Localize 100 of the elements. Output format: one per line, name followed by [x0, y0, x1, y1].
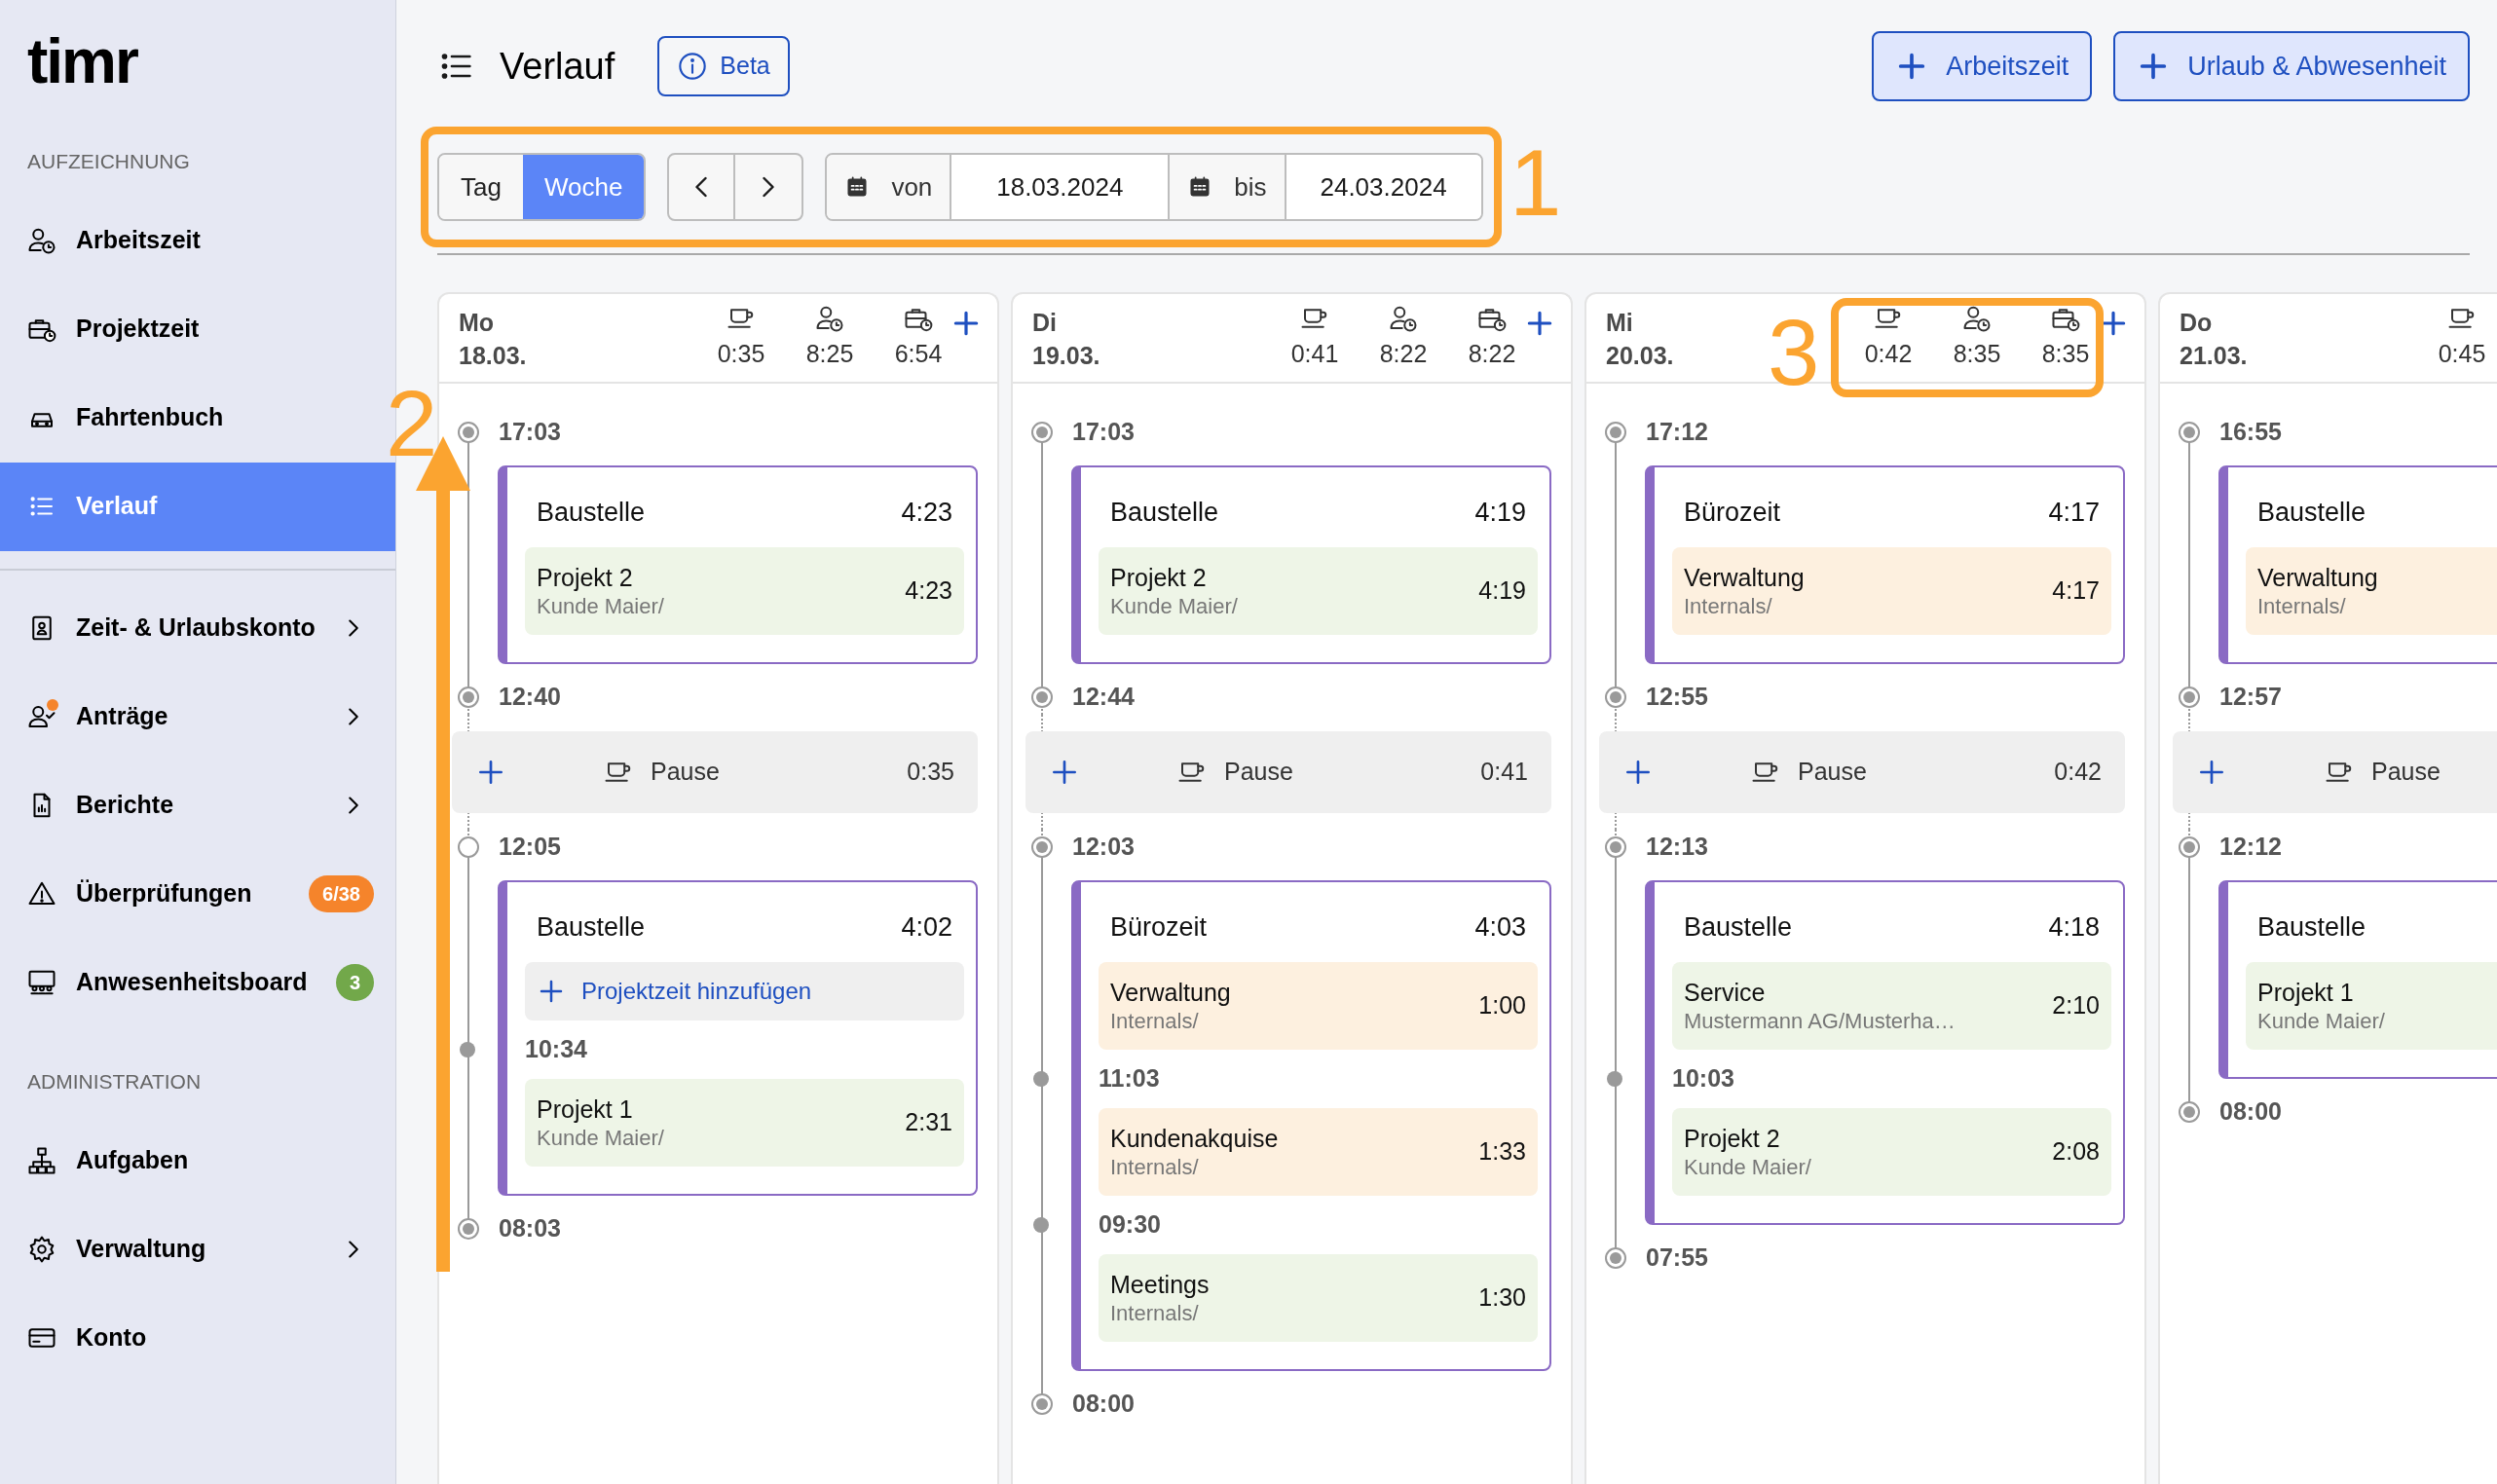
project-client: Internals/: [2257, 593, 2347, 620]
nav-item[interactable]: Anwesenheitsboard 3: [0, 938, 395, 1027]
add-button[interactable]: Arbeitszeit: [1872, 31, 2093, 101]
project-entry[interactable]: Meetings Internals/ 1:30: [1099, 1254, 1538, 1342]
section-heading: ADMINISTRATION: [26, 1068, 203, 1094]
people-board-icon: [27, 968, 56, 997]
time-label: 10:03: [1672, 1063, 1734, 1094]
project-entry[interactable]: Projekt 1 Kunde Maier/ 2:31: [525, 1079, 964, 1167]
add-button[interactable]: Urlaub & Abwesenheit: [2113, 31, 2470, 101]
project-entry[interactable]: Service Mustermann AG/Musterha… 2:10: [1672, 962, 2111, 1050]
beta-button[interactable]: Beta: [657, 36, 790, 96]
time-label: 12:55: [1646, 682, 1708, 713]
project-duration: 4:23: [905, 575, 952, 607]
nav-label: Verwaltung: [76, 1233, 207, 1264]
time-label: 12:05: [499, 832, 561, 863]
project-name: Verwaltung: [1684, 563, 1806, 593]
pause-label: Pause: [1798, 757, 1867, 788]
entry-card[interactable]: Bürozeit 4:17 Verwaltung Internals/ 4:17: [1645, 465, 2125, 664]
chevron-right-icon: [763, 175, 775, 199]
total-value: 8:22: [1379, 339, 1428, 369]
time-label: 12:44: [1072, 682, 1135, 713]
entry-duration: 4:18: [2048, 910, 2100, 944]
project-entry[interactable]: Verwaltung Internals/: [2246, 547, 2497, 635]
add-project-time-button[interactable]: Projektzeit hinzufügen: [525, 962, 964, 1020]
project-duration: 1:33: [1478, 1136, 1526, 1168]
entry-title: Baustelle: [1110, 496, 1219, 529]
project-client: Internals/: [1110, 1154, 1200, 1181]
page-title: Verlauf: [500, 44, 615, 89]
project-entry[interactable]: Projekt 2 Kunde Maier/ 2:08: [1672, 1108, 2111, 1196]
pause-duration: 0:35: [907, 757, 954, 788]
user-clock-icon: [27, 226, 56, 255]
time-label: 12:12: [2219, 832, 2282, 863]
nav-item[interactable]: Projektzeit: [0, 284, 395, 374]
entry-card[interactable]: Baustelle Projekt 1 Kunde Maier/: [2218, 880, 2497, 1079]
project-entry[interactable]: Projekt 2 Kunde Maier/ 4:19: [1099, 547, 1538, 635]
annotation-number: 1: [1509, 134, 1562, 232]
nav-label: Aufgaben: [76, 1144, 190, 1175]
project-name: Verwaltung: [2257, 563, 2379, 593]
chevron-right-icon: [349, 619, 358, 637]
project-name: Projekt 2: [1684, 1124, 1781, 1154]
nav-label: Berichte: [76, 790, 175, 821]
time-label: 12:13: [1646, 832, 1708, 863]
entry-title: Baustelle: [537, 496, 646, 529]
entry-card[interactable]: Baustelle Verwaltung Internals/: [2218, 465, 2497, 664]
entry-duration: 4:02: [901, 910, 952, 944]
project-entry[interactable]: Projekt 1 Kunde Maier/: [2246, 962, 2497, 1050]
pause-duration: 0:41: [1480, 757, 1528, 788]
nav-label: Konto: [76, 1321, 148, 1353]
project-client: Internals/: [1110, 1008, 1200, 1035]
nav-item[interactable]: Arbeitszeit: [0, 196, 395, 285]
day-name: Di: [1032, 308, 1058, 338]
day-date: 20.03.: [1606, 341, 1674, 371]
project-client: Internals/: [1110, 1300, 1200, 1327]
entry-title: Baustelle: [1684, 910, 1793, 944]
time-label: 09:30: [1099, 1209, 1161, 1241]
chevron-left-icon: [695, 175, 708, 199]
project-entry[interactable]: Verwaltung Internals/ 1:00: [1099, 962, 1538, 1050]
nav-item[interactable]: Überprüfungen 6/38: [0, 849, 395, 939]
project-name: Projekt 2: [1110, 563, 1208, 593]
info-icon: [677, 51, 709, 82]
project-duration: 2:31: [905, 1107, 952, 1138]
project-client: Kunde Maier/: [1110, 593, 1239, 620]
nav-item[interactable]: Berichte: [0, 761, 395, 850]
entry-card[interactable]: Baustelle 4:23 Projekt 2 Kunde Maier/ 4:23: [498, 465, 978, 664]
nav-item[interactable]: Aufgaben: [0, 1116, 395, 1205]
project-duration: 2:08: [2052, 1136, 2100, 1168]
nav-item[interactable]: Zeit- & Urlaubskonto: [0, 583, 395, 673]
project-entry[interactable]: Verwaltung Internals/ 4:17: [1672, 547, 2111, 635]
entry-duration: 4:03: [1474, 910, 1526, 944]
total-value: 0:42: [1864, 339, 1913, 369]
project-client: Kunde Maier/: [537, 1125, 665, 1152]
entry-duration: 4:17: [2048, 496, 2100, 529]
total-value: 6:54: [894, 339, 943, 369]
day-date: 18.03.: [459, 341, 527, 371]
time-label: 12:03: [1072, 832, 1135, 863]
logo: timr: [26, 25, 139, 98]
total-value: 8:25: [805, 339, 854, 369]
total-value: 8:22: [1468, 339, 1516, 369]
time-label: 08:00: [1072, 1389, 1135, 1420]
entry-title: Baustelle: [2257, 496, 2367, 529]
time-label: 17:03: [499, 417, 561, 448]
day-date: 19.03.: [1032, 341, 1100, 371]
time-label: 17:12: [1646, 417, 1708, 448]
total-value: 0:45: [2438, 339, 2486, 369]
user-clock-icon: [815, 304, 844, 333]
sitemap-icon: [27, 1145, 56, 1175]
project-name: Projekt 2: [537, 563, 634, 593]
nav-item[interactable]: Verwaltung: [0, 1205, 395, 1293]
nav-label: Verlauf: [76, 491, 159, 522]
total-value: 0:35: [717, 339, 765, 369]
chevron-right-icon: [349, 708, 358, 725]
day-name: Do: [2180, 308, 2214, 338]
project-duration: 4:19: [1478, 575, 1526, 607]
project-entry[interactable]: Projekt 2 Kunde Maier/ 4:23: [525, 547, 964, 635]
nav-item[interactable]: Konto: [0, 1293, 395, 1382]
project-entry[interactable]: Kundenakquise Internals/ 1:33: [1099, 1108, 1538, 1196]
entry-card[interactable]: Baustelle 4:19 Projekt 2 Kunde Maier/ 4:19: [1071, 465, 1551, 664]
nav-item[interactable]: Anträge: [0, 672, 395, 761]
user-clock-icon: [1962, 304, 1992, 333]
project-name: Meetings: [1110, 1270, 1211, 1300]
